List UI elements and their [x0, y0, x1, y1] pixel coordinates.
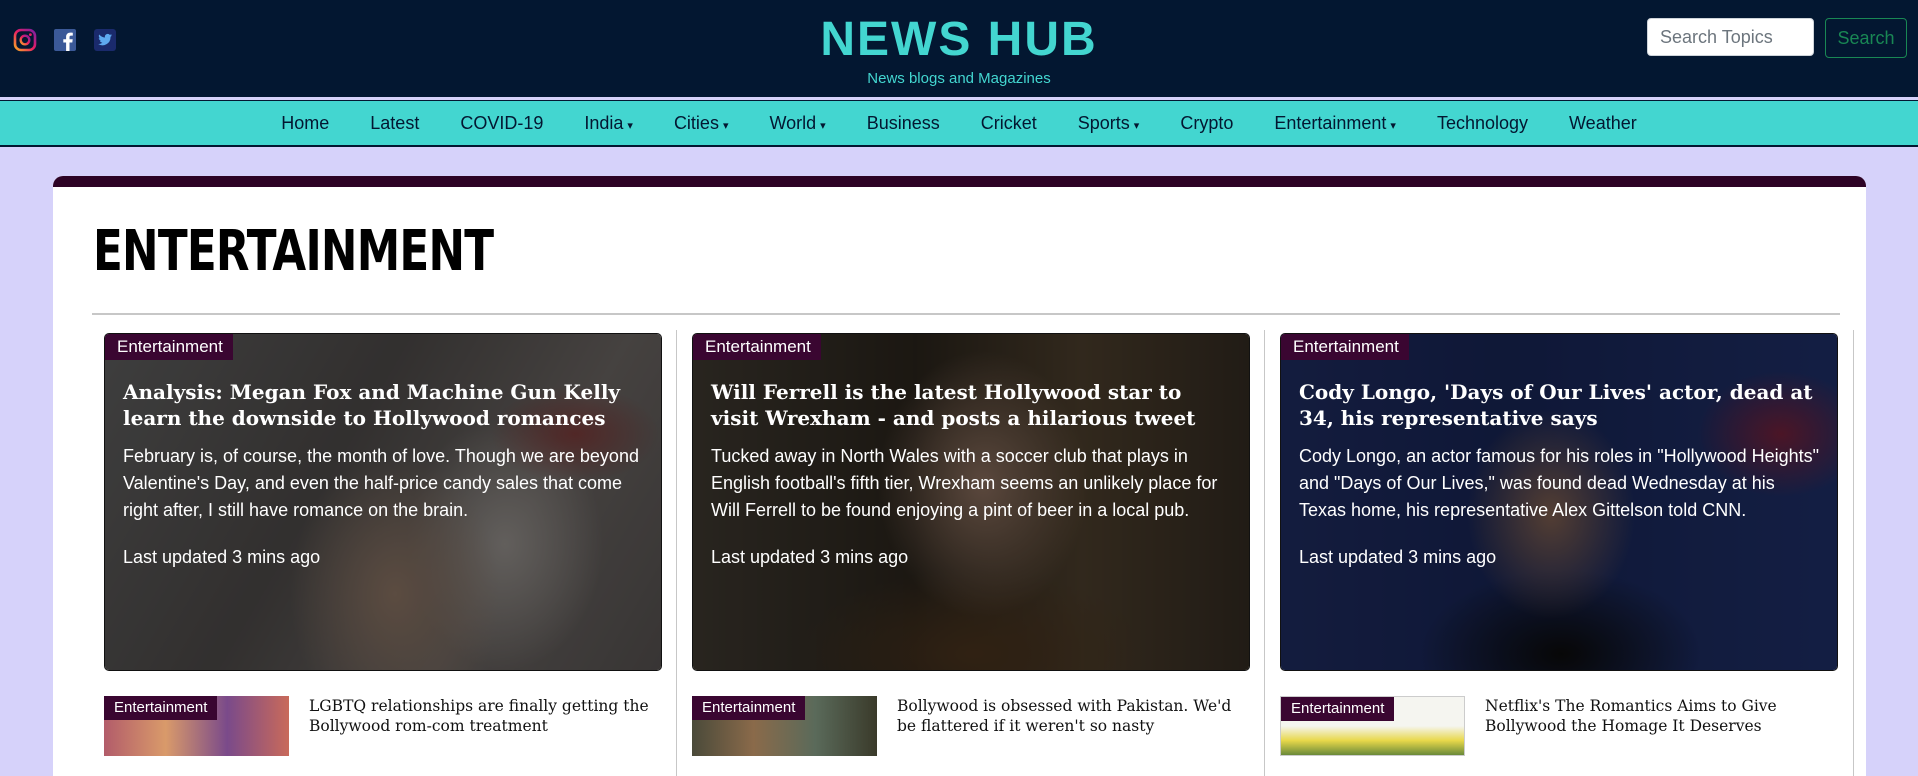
nav-item[interactable]: Cities ▾ [674, 113, 729, 134]
list-item[interactable]: Entertainment LGBTQ relationships are fi… [104, 696, 664, 776]
article-title[interactable]: Bollywood is obsessed with Pakistan. We'… [897, 696, 1252, 736]
nav-item[interactable]: Cricket [981, 113, 1037, 134]
caret-down-icon: ▾ [1390, 119, 1396, 132]
article-description: Cody Longo, an actor famous for his role… [1299, 446, 1820, 520]
content-card: ENTERTAINMENT Entertainment Analysis: Me… [53, 176, 1866, 776]
nav-item[interactable]: Home [281, 113, 329, 134]
category-badge[interactable]: Entertainment [1281, 334, 1409, 360]
site-title[interactable]: NEWS HUB [0, 14, 1918, 66]
caret-down-icon: ▾ [627, 119, 633, 132]
category-badge[interactable]: Entertainment [692, 696, 806, 720]
list-item[interactable]: Entertainment Bollywood is obsessed with… [692, 696, 1252, 776]
article-title[interactable]: Analysis: Megan Fox and Machine Gun Kell… [123, 379, 643, 431]
column-divider [1264, 330, 1265, 776]
divider [92, 313, 1840, 315]
caret-down-icon: ▾ [1133, 119, 1140, 132]
caret-down-icon: ▾ [820, 119, 826, 132]
article-timestamp: Last updated 3 mins ago [123, 547, 321, 567]
site-header: NEWS HUB News blogs and Magazines Search… [0, 0, 1918, 97]
site-subtitle: News blogs and Magazines [867, 70, 1051, 87]
search-button[interactable]: Search [1825, 18, 1907, 58]
brand: NEWS HUB News blogs and Magazines [0, 14, 1918, 88]
featured-article[interactable]: Entertainment Cody Longo, 'Days of Our L… [1280, 333, 1838, 671]
article-description: February is, of course, the month of lov… [123, 446, 639, 520]
nav-item[interactable]: COVID-19 [460, 113, 543, 134]
nav-item[interactable]: Business [867, 113, 940, 134]
featured-article[interactable]: Entertainment Will Ferrell is the latest… [692, 333, 1250, 671]
article-thumbnail[interactable]: Entertainment [1280, 696, 1465, 756]
column-divider [676, 330, 677, 776]
section-title: ENTERTAINMENT [93, 219, 494, 284]
category-badge[interactable]: Entertainment [105, 334, 233, 360]
list-item[interactable]: Entertainment Netflix's The Romantics Ai… [1280, 696, 1840, 776]
article-thumbnail[interactable]: Entertainment [692, 696, 877, 756]
nav-item[interactable]: India ▾ [584, 113, 633, 134]
article-timestamp: Last updated 3 mins ago [711, 547, 909, 567]
column-divider [1853, 330, 1854, 776]
nav-item[interactable]: Entertainment ▾ [1274, 113, 1396, 134]
card-top-border [53, 176, 1866, 187]
search-input[interactable]: Search Topics [1647, 18, 1814, 56]
article-title[interactable]: Netflix's The Romantics Aims to Give Bol… [1485, 696, 1840, 736]
nav-item[interactable]: World ▾ [769, 113, 825, 134]
nav-item[interactable]: Technology [1437, 113, 1528, 134]
article-thumbnail[interactable]: Entertainment [104, 696, 289, 756]
category-badge[interactable]: Entertainment [693, 334, 821, 360]
main-nav: Home Latest COVID-19 India ▾ Cities ▾ Worl… [0, 100, 1918, 147]
nav-item[interactable]: Weather [1569, 113, 1637, 134]
article-title[interactable]: LGBTQ relationships are finally getting … [309, 696, 664, 736]
caret-down-icon: ▾ [722, 119, 729, 132]
nav-item[interactable]: Latest [370, 113, 419, 134]
category-badge[interactable]: Entertainment [104, 696, 218, 720]
article-title[interactable]: Cody Longo, 'Days of Our Lives' actor, d… [1299, 379, 1819, 431]
featured-article[interactable]: Entertainment Analysis: Megan Fox and Ma… [104, 333, 662, 671]
article-title[interactable]: Will Ferrell is the latest Hollywood sta… [711, 379, 1231, 431]
nav-item[interactable]: Crypto [1180, 113, 1233, 134]
article-timestamp: Last updated 3 mins ago [1299, 547, 1497, 567]
nav-item[interactable]: Sports ▾ [1078, 113, 1140, 134]
article-description: Tucked away in North Wales with a soccer… [711, 446, 1218, 520]
category-badge[interactable]: Entertainment [1281, 697, 1395, 721]
